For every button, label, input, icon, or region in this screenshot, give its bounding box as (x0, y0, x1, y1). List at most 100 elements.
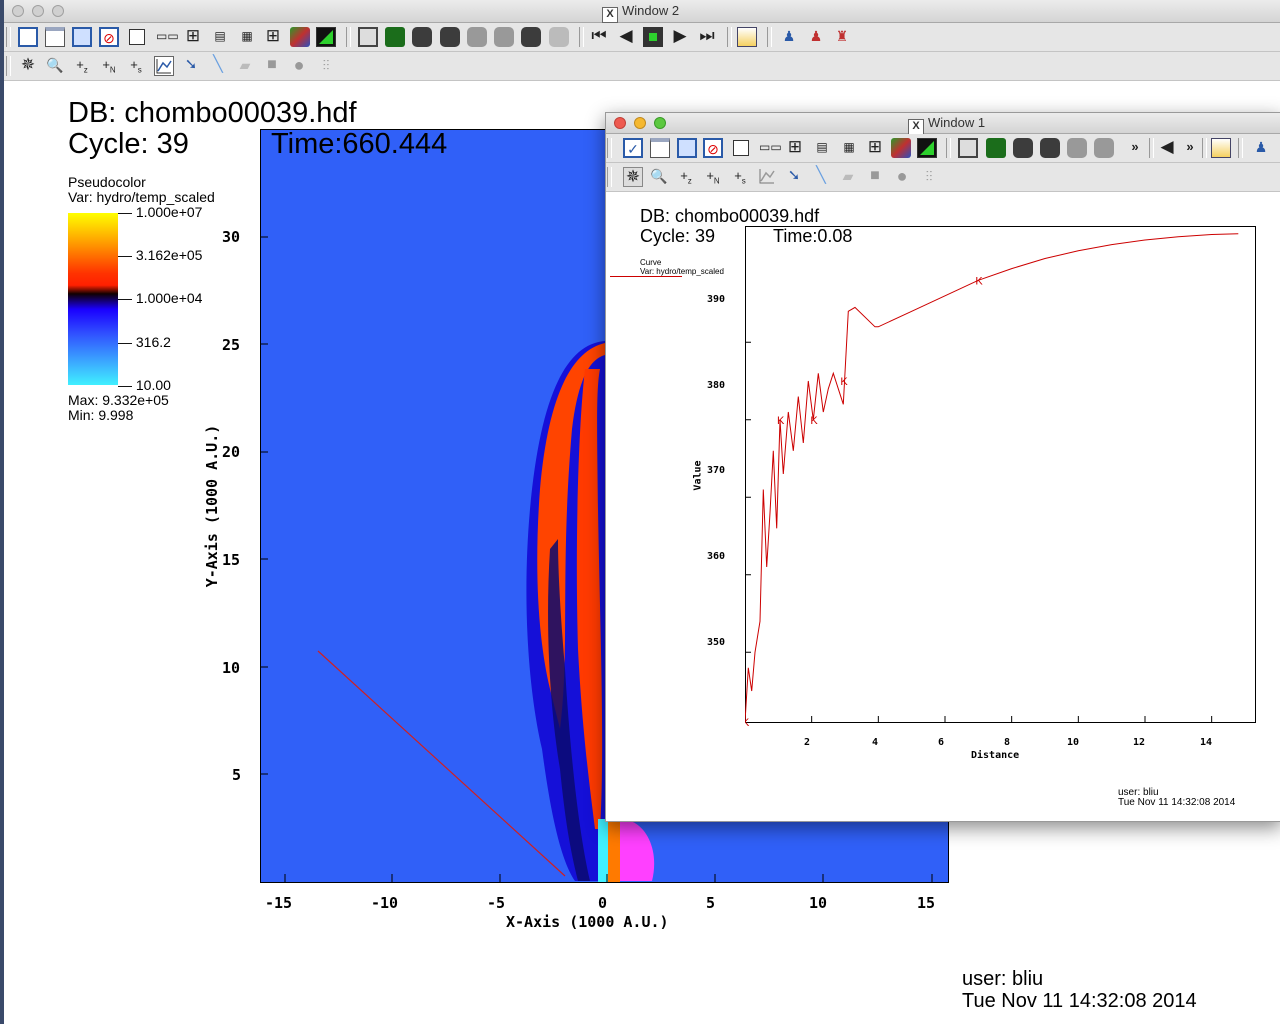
previous-frame-icon[interactable]: ◀ (1157, 138, 1177, 158)
curve-plot[interactable]: K K K K K (745, 226, 1257, 726)
camera-3-icon[interactable] (467, 27, 487, 47)
previous-frame-icon[interactable]: ◀ (616, 27, 636, 47)
layout-3x3-icon[interactable]: ⊞ (263, 27, 283, 47)
window-1-titlebar[interactable]: X Window 1 (606, 113, 1280, 135)
clone-window-icon[interactable] (650, 138, 670, 158)
axis-restrict-icon[interactable]: ⫶⫶ (919, 167, 939, 187)
x-tick-label: 0 (598, 894, 608, 912)
minimize-button[interactable] (634, 117, 646, 129)
spreadsheet-icon[interactable] (737, 27, 757, 47)
layout-1x1-icon[interactable] (733, 140, 749, 156)
lock-time-icon[interactable] (917, 138, 937, 158)
box-tool-icon[interactable]: ■ (865, 167, 885, 187)
spreadsheet-pick-icon[interactable]: +s (730, 167, 750, 187)
reset-view-icon[interactable] (958, 138, 978, 158)
layout-2x2-icon[interactable]: ⊞ (183, 27, 203, 47)
curve-x-axis-title: Distance (971, 750, 1020, 761)
sphere-tool-icon[interactable]: ● (892, 167, 912, 187)
camera-4-icon[interactable] (1094, 138, 1114, 158)
line-tool-icon[interactable]: ╲ (811, 167, 831, 187)
x-tick-label: -10 (371, 894, 399, 912)
zoom-button[interactable] (654, 117, 666, 129)
camera-icon[interactable] (1013, 138, 1033, 158)
clone-window-icon[interactable] (45, 27, 65, 47)
camera-3-icon[interactable] (1067, 138, 1087, 158)
navigate-icon[interactable]: ✵ (18, 56, 38, 76)
node-pick-icon[interactable]: +N (703, 167, 723, 187)
minimize-button[interactable] (32, 5, 44, 17)
stop-icon[interactable] (643, 27, 663, 47)
plane-tool-icon[interactable]: ▰ (235, 56, 255, 76)
jet-right (608, 819, 620, 882)
copy-window-icon[interactable] (72, 27, 92, 47)
toolbar-handle[interactable] (6, 56, 11, 76)
curve-y-tick-label: 380 (707, 380, 726, 391)
sphere-tool-icon[interactable]: ● (289, 56, 309, 76)
zone-pick-icon[interactable]: +z (72, 56, 92, 76)
window-2-titlebar[interactable]: X Window 2 (4, 0, 1280, 23)
camera-4-icon[interactable] (494, 27, 514, 47)
layout-1x2-icon[interactable]: ▭▭ (156, 27, 179, 47)
colorbar-tick-1: — 1.000e+07 (118, 204, 203, 220)
camera-6-icon[interactable] (549, 27, 569, 47)
layout-1x1-icon[interactable] (129, 29, 145, 45)
delete-window-icon[interactable]: ⊘ (99, 27, 119, 47)
toolbar-handle[interactable] (607, 138, 612, 158)
reset-view-icon[interactable] (358, 27, 378, 47)
camera-2-icon[interactable] (1040, 138, 1060, 158)
layout-2x3-icon[interactable]: ▤ (812, 138, 832, 158)
copy-window-icon[interactable] (677, 138, 697, 158)
point-tool-icon[interactable]: ➘ (784, 167, 804, 187)
save-image-icon[interactable] (986, 138, 1006, 158)
x-axis-title: X-Axis (1000 A.U.) (506, 913, 669, 931)
toolbar-handle[interactable] (6, 27, 11, 47)
spreadsheet-icon[interactable] (1211, 138, 1231, 158)
toolbar-handle[interactable] (607, 167, 612, 187)
camera-5-icon[interactable] (521, 27, 541, 47)
box-tool-icon[interactable]: ■ (262, 56, 282, 76)
first-frame-icon[interactable]: ⏮ (589, 27, 609, 47)
layout-1x2-icon[interactable]: ▭▭ (759, 138, 782, 158)
close-button[interactable] (12, 5, 24, 17)
save-image-icon[interactable] (385, 27, 405, 47)
lock-view-icon[interactable] (891, 138, 911, 158)
lineout-glyph (156, 59, 172, 74)
zoom-icon[interactable]: 🔍 (649, 167, 669, 187)
zone-pick-icon[interactable]: +z (676, 167, 696, 187)
play-icon[interactable]: ▶ (670, 27, 690, 47)
layout-2x3-icon[interactable]: ▤ (210, 27, 230, 47)
pick-2-icon[interactable]: ♟ (806, 27, 826, 47)
pick-icon[interactable]: ♟ (779, 27, 799, 47)
lock-view-icon[interactable] (290, 27, 310, 47)
zoom-icon[interactable]: 🔍 (45, 56, 65, 76)
lock-time-icon[interactable] (316, 27, 336, 47)
layout-2x4-icon[interactable]: ▦ (839, 138, 859, 158)
y-tick-label: 10 (222, 659, 241, 677)
layout-3x3-icon[interactable]: ⊞ (865, 138, 885, 158)
close-button[interactable] (614, 117, 626, 129)
stop-glyph (649, 33, 657, 41)
node-pick-icon[interactable]: +N (99, 56, 119, 76)
camera-icon[interactable] (412, 27, 432, 47)
lineout-icon[interactable] (757, 167, 777, 187)
spreadsheet-pick-icon[interactable]: +s (126, 56, 146, 76)
new-window-icon[interactable]: ✓ (623, 138, 643, 158)
plane-tool-icon[interactable]: ▰ (838, 167, 858, 187)
navigate-icon[interactable]: ✵ (623, 167, 643, 187)
axis-restrict-icon[interactable]: ⫶⫶ (316, 56, 336, 76)
layout-2x4-icon[interactable]: ▦ (237, 27, 257, 47)
delete-window-icon[interactable]: ⊘ (703, 138, 723, 158)
zoom-button[interactable] (52, 5, 64, 17)
next-frame-icon[interactable]: ⏭ (697, 27, 717, 47)
overflow-chevron-icon[interactable]: » (1125, 138, 1145, 158)
time-label: Time:660.444 (271, 128, 448, 160)
lineout-icon[interactable] (154, 56, 174, 76)
point-tool-icon[interactable]: ➘ (181, 56, 201, 76)
new-window-icon[interactable] (18, 27, 38, 47)
pick-3-icon[interactable]: ♜ (832, 27, 852, 47)
camera-2-icon[interactable] (440, 27, 460, 47)
layout-2x2-icon[interactable]: ⊞ (785, 138, 805, 158)
line-tool-icon[interactable]: ╲ (208, 56, 228, 76)
pick-icon[interactable]: ♟ (1251, 138, 1271, 158)
overflow-chevron-2-icon[interactable]: » (1180, 138, 1200, 158)
